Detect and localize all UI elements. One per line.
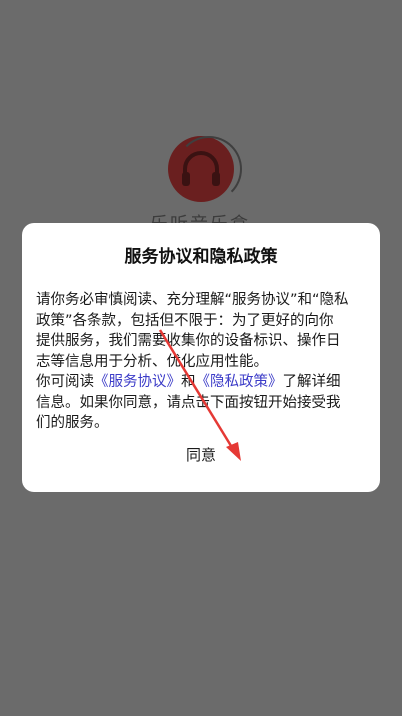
privacy-policy-link[interactable]: 《隐私政策》 [196, 374, 283, 390]
body-line-links: 你可阅读《服务协议》和《隐私政策》了解详细 [36, 372, 366, 393]
body-text: 你可阅读 [36, 374, 94, 390]
service-agreement-link[interactable]: 《服务协议》 [94, 374, 181, 390]
body-line: 们的服务。 [36, 415, 109, 431]
body-line: 政策”各条款，包括但不限于：为了更好的向你 [36, 312, 334, 329]
body-line: 志等信息用于分析、优化应用性能。 [36, 353, 268, 370]
body-text: 了解详细 [282, 374, 341, 390]
body-line: 信息。如果你同意，请点击下面按钮开始接受我 [36, 394, 341, 411]
body-line: 提供服务，我们需要收集你的设备标识、操作日 [36, 333, 341, 349]
privacy-dialog: 服务协议和隐私政策 请你务必审慎阅读、充分理解“服务协议”和“隐私 政策”各条款… [22, 223, 380, 492]
screen: 乐听音乐盒 服务协议和隐私政策 请你务必审慎阅读、充分理解“服务协议”和“隐私 … [0, 0, 402, 716]
dialog-body: 请你务必审慎阅读、充分理解“服务协议”和“隐私 政策”各条款，包括但不限于：为了… [36, 290, 366, 434]
logo-ring [176, 136, 242, 202]
app-logo [168, 136, 242, 208]
agree-button[interactable]: 同意 [22, 442, 380, 466]
body-text: 和 [181, 374, 196, 390]
dialog-title: 服务协议和隐私政策 [124, 247, 278, 267]
body-line: 请你务必审慎阅读、充分理解“服务协议”和“隐私 [36, 292, 349, 308]
